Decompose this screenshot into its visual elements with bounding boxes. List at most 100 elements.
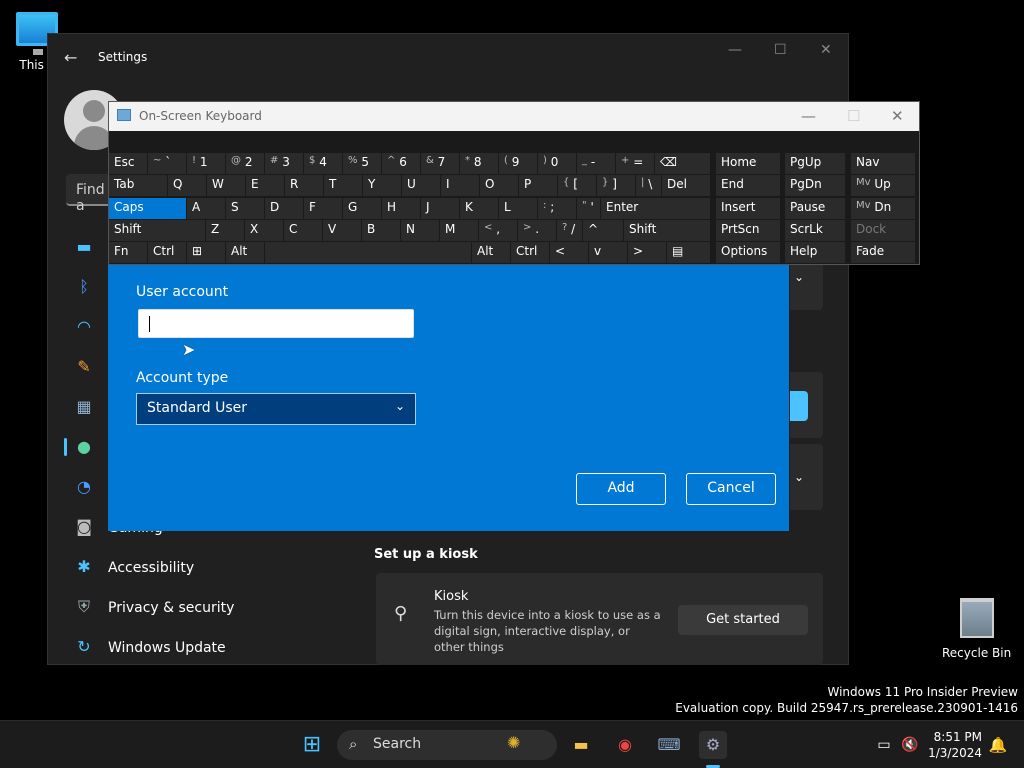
user-account-input[interactable] [138,309,414,338]
settings-gear-icon[interactable]: ⚙ [699,731,727,759]
osk-key[interactable]: Mv Up [851,175,915,196]
chevron-down-icon[interactable]: ⌄ [794,270,804,284]
osk-key[interactable]: T [324,175,362,196]
recycle-bin-desktop-icon[interactable]: Recycle Bin [942,598,1011,660]
sidebar-item-privacy[interactable]: Privacy & security [108,600,234,616]
chrome-icon[interactable]: ◉ [611,731,639,759]
osk-key[interactable]: V [323,220,361,241]
update-icon[interactable]: ↻ [74,637,94,657]
start-windows-icon[interactable]: ⊞ [298,731,326,759]
osk-key[interactable]: Dock [851,220,915,241]
osk-key[interactable]: E [246,175,284,196]
osk-key[interactable]: ⌫ [655,153,710,174]
bluetooth-icon[interactable]: ᛒ [74,277,94,297]
osk-maximize-icon[interactable]: ☐ [847,107,860,125]
osk-key[interactable]: Alt [472,242,510,263]
osk-key[interactable]: Alt [226,242,264,263]
osk-key[interactable]: PrtScn [716,220,780,241]
minimize-icon[interactable]: — [728,42,742,58]
osk-key[interactable]: ^ 6 [382,153,420,174]
osk-key[interactable]: Z [206,220,244,241]
osk-key[interactable]: Ctrl [148,242,186,263]
osk-key[interactable]: G [343,198,381,219]
file-explorer-icon[interactable]: ▬ [567,731,595,759]
osk-key[interactable]: * 8 [460,153,498,174]
network-icon[interactable]: ▭ [870,731,898,759]
volume-muted-icon[interactable]: 🔇 [896,731,924,759]
osk-key[interactable]: + = [616,153,654,174]
osk-key[interactable]: Y [363,175,401,196]
osk-key[interactable]: Options [716,242,780,263]
osk-key[interactable]: X [245,220,283,241]
osk-key[interactable]: M [440,220,478,241]
osk-key[interactable]: Home [716,153,780,174]
osk-key[interactable]: W [207,175,245,196]
on-screen-keyboard-taskbar-icon[interactable]: ⌨ [655,731,683,759]
osk-key[interactable]: $ 4 [304,153,342,174]
wifi-icon[interactable]: ◠ [74,317,94,337]
osk-key[interactable]: I [441,175,479,196]
osk-key[interactable]: | \ [636,175,661,196]
osk-key[interactable]: ) 0 [538,153,576,174]
osk-key[interactable]: S [226,198,264,219]
osk-key[interactable]: U [402,175,440,196]
osk-key[interactable]: > . [518,220,556,241]
osk-key[interactable]: D [265,198,303,219]
osk-key[interactable]: F [304,198,342,219]
osk-key[interactable]: Caps [109,198,186,219]
osk-key[interactable]: > [628,242,666,263]
shield-icon[interactable]: ⛨ [74,597,94,617]
osk-key[interactable]: ~ ` [148,153,186,174]
osk-close-icon[interactable]: ✕ [891,107,904,125]
osk-key[interactable]: Tab [109,175,167,196]
add-account-button-stub[interactable] [790,391,808,421]
accessibility-icon[interactable]: ✱ [74,557,94,577]
personalization-brush-icon[interactable]: ✎ [74,357,94,377]
osk-key[interactable]: L [499,198,537,219]
osk-key[interactable]: # 3 [265,153,303,174]
osk-key[interactable]: H [382,198,420,219]
osk-key[interactable]: & 7 [421,153,459,174]
osk-key[interactable]: " ' [577,198,600,219]
osk-key[interactable]: : ; [538,198,576,219]
account-type-select[interactable]: Standard User ⌄ [136,393,416,425]
notification-bell-icon[interactable]: 🔔 [984,731,1012,759]
osk-key[interactable]: { [ [558,175,596,196]
osk-key[interactable]: Del [662,175,710,196]
osk-key[interactable]: < , [479,220,517,241]
osk-key[interactable]: ⊞ [187,242,225,263]
osk-key[interactable]: Fn [109,242,147,263]
osk-minimize-icon[interactable]: — [801,107,816,125]
osk-key[interactable]: ScrLk [785,220,845,241]
osk-key[interactable]: Help [785,242,845,263]
osk-key[interactable]: R [285,175,323,196]
maximize-icon[interactable]: ☐ [774,42,787,58]
system-clock[interactable]: 8:51 PM 1/3/2024 [928,729,982,761]
osk-key[interactable]: Q [168,175,206,196]
osk-key[interactable]: Nav [851,153,915,174]
osk-key[interactable]: % 5 [343,153,381,174]
osk-key[interactable]: N [401,220,439,241]
gamepad-icon[interactable]: ◙ [74,517,94,537]
osk-key[interactable]: C [284,220,322,241]
osk-key[interactable]: ( 9 [499,153,537,174]
cancel-button[interactable]: Cancel [686,473,776,505]
accounts-icon[interactable]: ● [74,437,94,457]
chevron-down-icon[interactable]: ⌄ [794,470,804,484]
sidebar-item-windows-update[interactable]: Windows Update [108,640,226,656]
osk-key[interactable]: Shift [109,220,205,241]
osk-key[interactable]: B [362,220,400,241]
osk-key[interactable]: ▤ [667,242,710,263]
add-button[interactable]: Add [576,473,666,505]
osk-key[interactable]: Mv Dn [851,198,915,219]
osk-key[interactable]: } ] [597,175,635,196]
osk-key[interactable]: Insert [716,198,780,219]
osk-key[interactable]: Shift [624,220,710,241]
osk-key[interactable]: ^ [583,220,623,241]
osk-key[interactable]: End [716,175,780,196]
osk-key[interactable]: PgUp [785,153,845,174]
apps-icon[interactable]: ▦ [74,397,94,417]
osk-key[interactable]: J [421,198,459,219]
osk-key[interactable]: Esc [109,153,147,174]
osk-key[interactable]: Enter [601,198,710,219]
